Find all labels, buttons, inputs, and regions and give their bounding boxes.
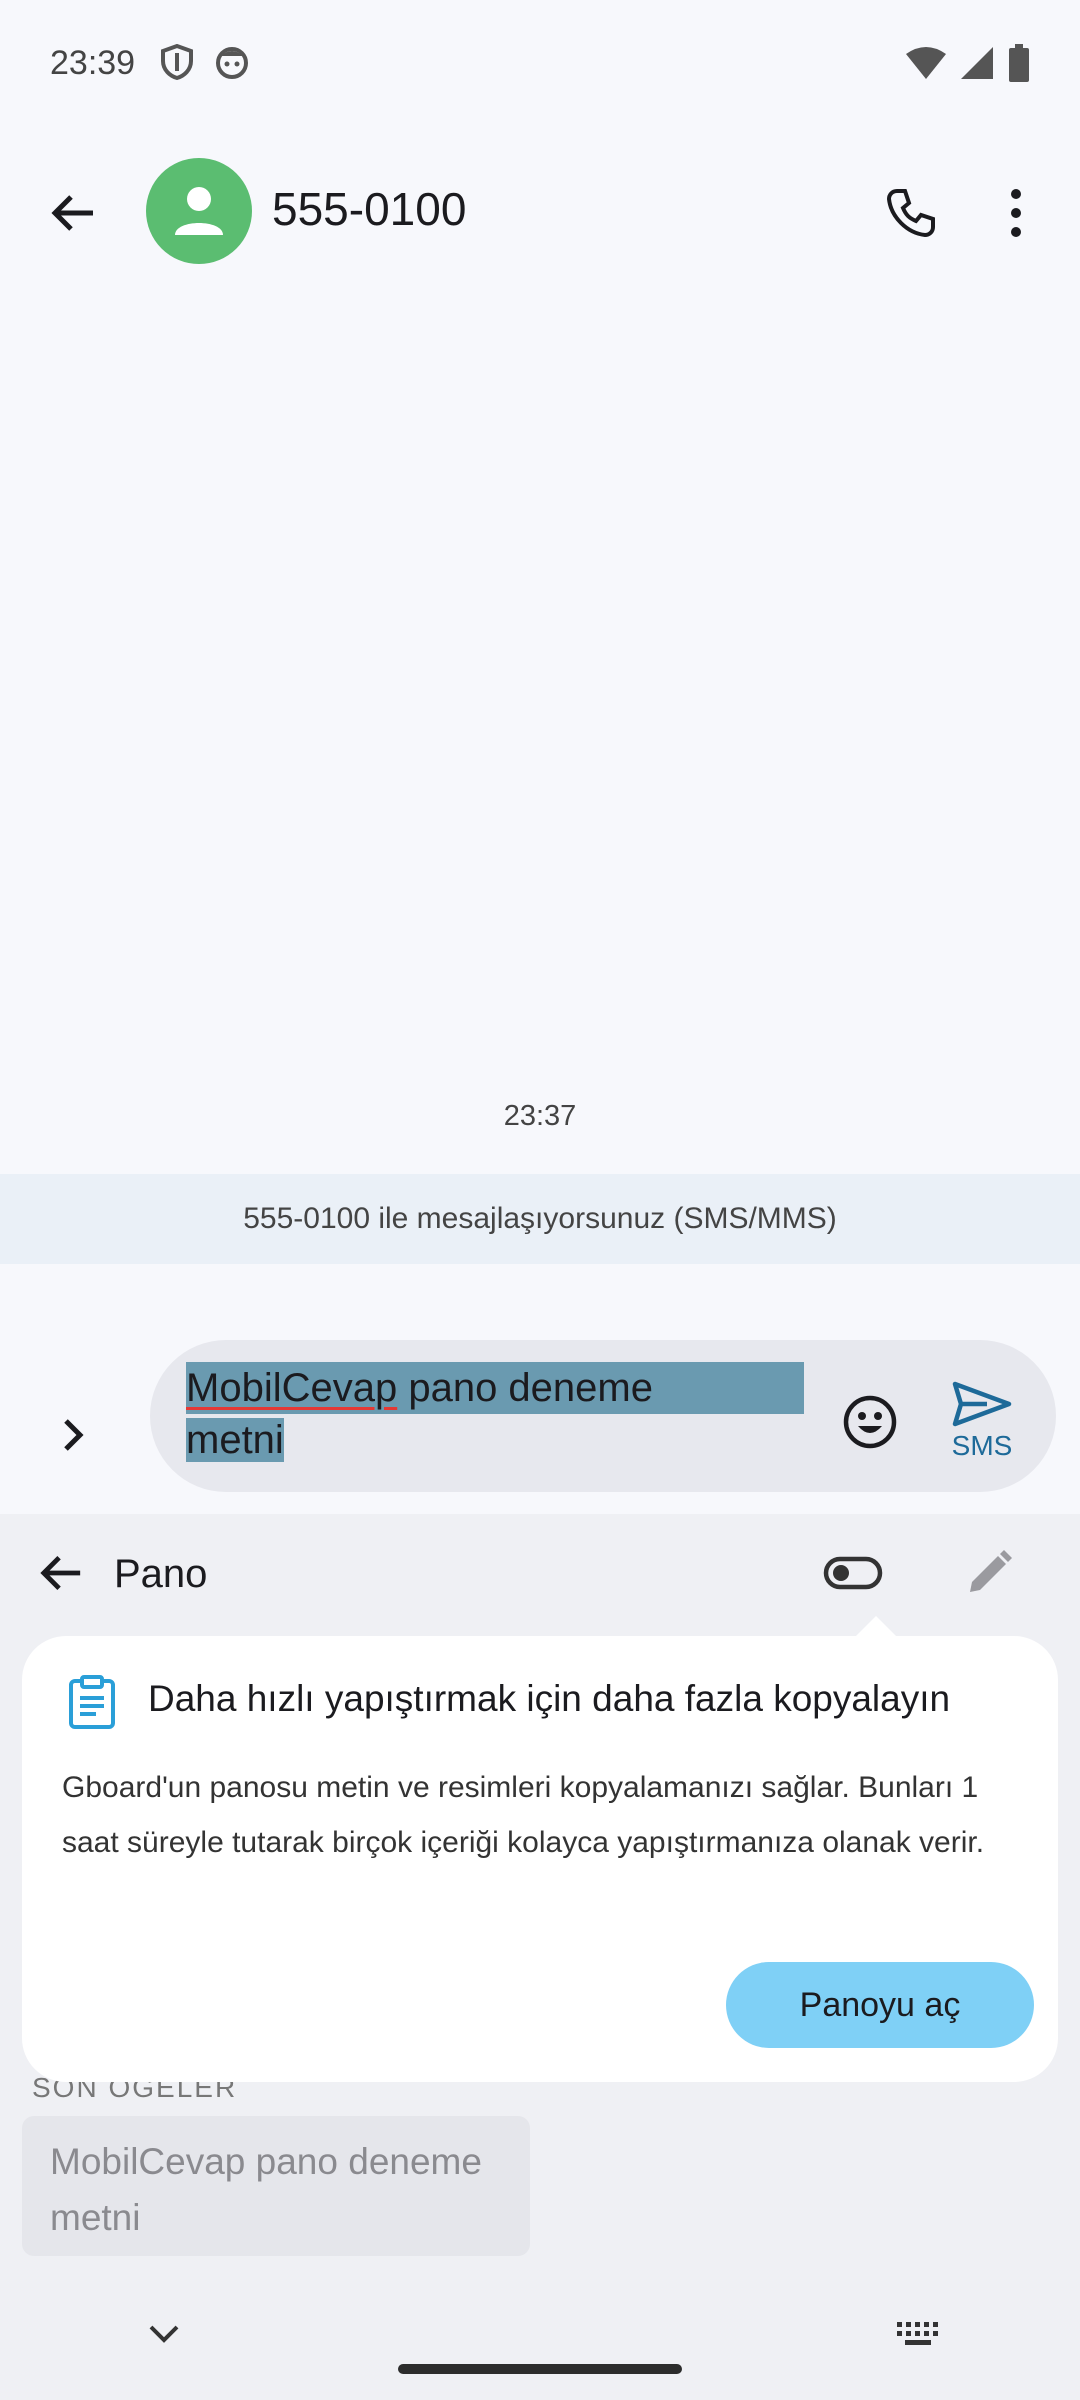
hide-keyboard-button[interactable] [140, 2310, 188, 2358]
clipboard-back-button[interactable] [28, 1540, 94, 1606]
switch-keyboard-button[interactable] [892, 2310, 944, 2358]
emoji-button[interactable] [838, 1390, 902, 1454]
clipboard-tip-card: Daha hızlı yapıştırmak için daha fazla k… [22, 1616, 1058, 2082]
misspelled-word: MobilCevap [186, 1366, 398, 1410]
call-button[interactable] [876, 178, 946, 248]
clipboard-toggle[interactable] [818, 1540, 888, 1606]
shield-icon [160, 43, 194, 85]
call-icon [886, 189, 935, 238]
chevron-right-icon [64, 1419, 84, 1451]
message-input[interactable]: MobilCevap pano deneme metni SMS [150, 1340, 1056, 1492]
tip-body: Gboard'un panosu metin ve resimleri kopy… [62, 1771, 985, 1859]
person-icon [175, 187, 223, 235]
more-options-button[interactable] [986, 178, 1046, 248]
clipboard-edit-button[interactable] [956, 1540, 1022, 1606]
status-time: 23:39 [50, 44, 136, 82]
pencil-icon [970, 1550, 1012, 1592]
selected-text-line2: metni [186, 1418, 284, 1462]
face-icon [214, 44, 250, 85]
emoji-icon [843, 1395, 897, 1449]
open-clipboard-button[interactable]: Panoyu aç [726, 1962, 1034, 2048]
status-bar: 23:39 [0, 0, 1080, 130]
arrow-back-icon [51, 195, 93, 231]
clipboard-header: Pano [0, 1514, 1080, 1634]
avatar[interactable] [146, 158, 252, 264]
more-vert-icon [1011, 189, 1021, 237]
message-text[interactable]: MobilCevap pano deneme metni [186, 1362, 806, 1466]
contact-title[interactable]: 555-0100 [272, 182, 466, 236]
conversation-info-banner: 555-0100 ile mesajlaşıyorsunuz (SMS/MMS) [0, 1174, 1080, 1264]
battery-icon [1008, 44, 1030, 87]
back-button[interactable] [40, 180, 106, 246]
app-bar: 555-0100 [0, 150, 1080, 274]
text-line1-rest: pano deneme [397, 1366, 653, 1410]
clipboard-icon [66, 1674, 118, 1730]
home-indicator[interactable] [398, 2364, 682, 2374]
wifi-icon [906, 46, 946, 85]
send-button[interactable]: SMS [934, 1380, 1030, 1480]
signal-icon [960, 46, 994, 85]
chevron-down-icon [149, 2325, 179, 2343]
message-timestamp: 23:37 [503, 1100, 577, 1132]
tip-pointer [854, 1616, 898, 1638]
composer-area: MobilCevap pano deneme metni SMS [0, 1264, 1080, 1514]
arrow-back-icon [40, 1555, 81, 1591]
clipboard-item[interactable]: MobilCevap pano deneme metni [22, 2116, 530, 2256]
tip-title: Daha hızlı yapıştırmak için daha fazla k… [148, 1678, 951, 1719]
toggle-off-icon [823, 1556, 883, 1590]
keyboard-icon [897, 2322, 938, 2345]
selected-text-line1: MobilCevap pano deneme [186, 1362, 804, 1414]
send-label: SMS [951, 1430, 1013, 1461]
send-icon [952, 1381, 1012, 1427]
clipboard-title: Pano [114, 1552, 208, 1596]
expand-attachments-button[interactable] [40, 1402, 106, 1468]
